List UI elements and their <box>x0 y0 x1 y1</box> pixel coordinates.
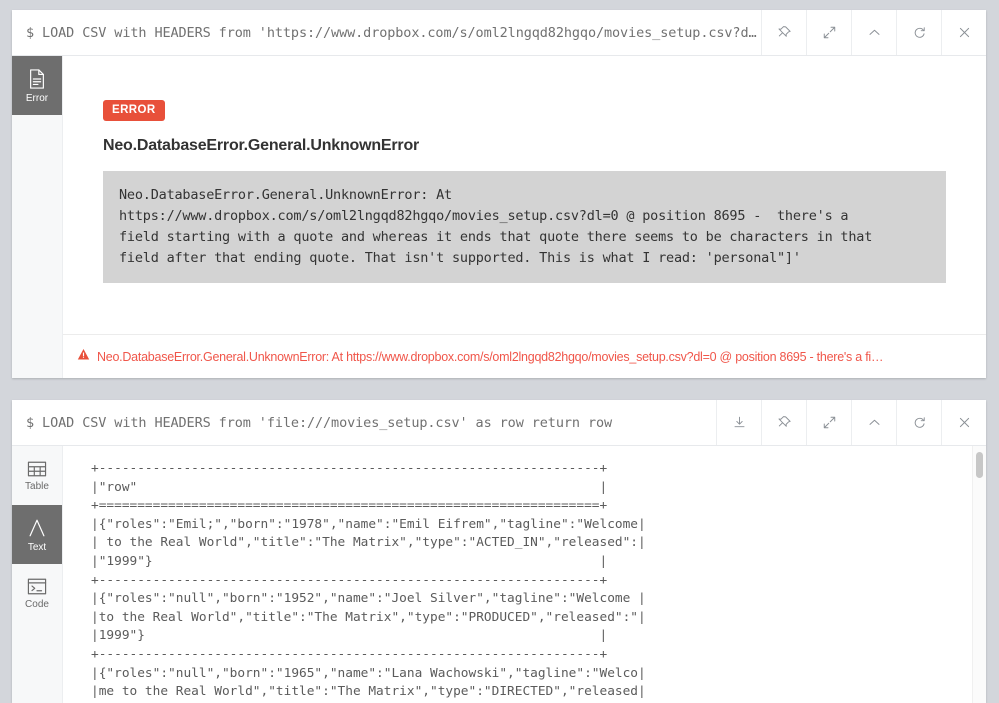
expand-icon[interactable] <box>806 10 851 55</box>
sidebar-item-code-label: Code <box>25 599 49 610</box>
text-content: +---------------------------------------… <box>63 446 986 703</box>
sidebar-item-table[interactable]: Table <box>12 446 62 505</box>
scrollbar-thumb[interactable] <box>976 452 983 478</box>
sidebar-item-code[interactable]: Code <box>12 564 62 623</box>
status-badge: ERROR <box>103 100 165 121</box>
close-icon[interactable] <box>941 10 986 55</box>
side-tabs-text: Table Text Code <box>12 446 63 703</box>
error-status-bar: Neo.DatabaseError.General.UnknownError: … <box>63 334 986 378</box>
editor-bar-text: $ LOAD CSV with HEADERS from 'file:///mo… <box>12 400 986 446</box>
download-icon[interactable] <box>716 400 761 445</box>
error-scroll-region: ERROR Neo.DatabaseError.General.UnknownE… <box>63 56 986 335</box>
query-result-frame-error: $ LOAD CSV with HEADERS from 'https://ww… <box>12 10 986 378</box>
frame-body-text: Table Text Code +-----------------------… <box>12 446 986 703</box>
text-output: +---------------------------------------… <box>91 461 646 703</box>
sidebar-item-text-label: Text <box>27 541 47 553</box>
query-text-error[interactable]: $ LOAD CSV with HEADERS from 'https://ww… <box>12 10 761 55</box>
error-detail-box: Neo.DatabaseError.General.UnknownError: … <box>103 171 946 283</box>
chevron-up-icon[interactable] <box>851 10 896 55</box>
query-result-frame-text: $ LOAD CSV with HEADERS from 'file:///mo… <box>12 400 986 703</box>
query-text-text[interactable]: $ LOAD CSV with HEADERS from 'file:///mo… <box>12 400 716 445</box>
sidebar-item-table-label: Table <box>25 480 49 492</box>
vertical-scrollbar[interactable] <box>972 446 986 703</box>
pin-icon[interactable] <box>761 10 806 55</box>
error-status-text: Neo.DatabaseError.General.UnknownError: … <box>97 350 884 364</box>
refresh-icon[interactable] <box>896 400 941 445</box>
terminal-icon <box>26 577 48 596</box>
document-icon <box>27 68 47 90</box>
toolbar-text <box>716 400 986 445</box>
sidebar-item-text[interactable]: Text <box>12 505 62 564</box>
side-tabs-error: Error <box>12 56 63 378</box>
toolbar-error <box>761 10 986 55</box>
sidebar-item-error[interactable]: Error <box>12 56 62 115</box>
expand-icon[interactable] <box>806 400 851 445</box>
text-output-pane[interactable]: +---------------------------------------… <box>63 446 986 703</box>
warning-triangle-icon <box>77 348 90 366</box>
sidebar-item-error-label: Error <box>25 92 49 104</box>
pin-icon[interactable] <box>761 400 806 445</box>
error-content: ERROR Neo.DatabaseError.General.UnknownE… <box>63 56 986 378</box>
error-title: Neo.DatabaseError.General.UnknownError <box>103 137 420 154</box>
frame-body-error: Error ERROR Neo.DatabaseError.General.Un… <box>12 56 986 378</box>
refresh-icon[interactable] <box>896 10 941 55</box>
close-icon[interactable] <box>941 400 986 445</box>
editor-bar-error: $ LOAD CSV with HEADERS from 'https://ww… <box>12 10 986 56</box>
chevron-up-icon[interactable] <box>851 400 896 445</box>
letter-a-icon <box>26 517 48 539</box>
table-icon <box>26 460 48 478</box>
